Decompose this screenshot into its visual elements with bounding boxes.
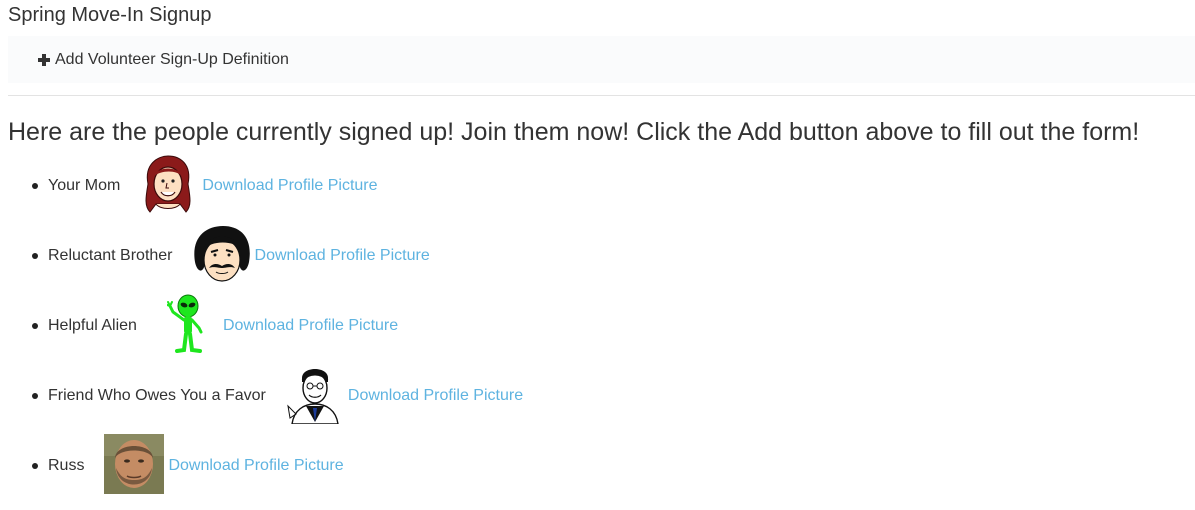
mustached-man-avatar-icon	[191, 224, 253, 289]
download-profile-picture-link[interactable]: Download Profile Picture	[202, 177, 377, 195]
add-signup-definition-button[interactable]: Add Volunteer Sign-Up Definition	[38, 51, 289, 69]
download-profile-picture-link[interactable]: Download Profile Picture	[223, 317, 398, 335]
page-title: Spring Move-In Signup	[8, 4, 212, 26]
person-name: Reluctant Brother	[48, 247, 173, 264]
bullet	[32, 463, 38, 469]
person-name: Helpful Alien	[48, 317, 137, 334]
divider	[8, 95, 1195, 96]
download-profile-picture-link[interactable]: Download Profile Picture	[168, 457, 343, 475]
bullet	[32, 183, 38, 189]
download-profile-picture-link[interactable]: Download Profile Picture	[255, 247, 430, 265]
toolbar: Add Volunteer Sign-Up Definition	[8, 36, 1195, 83]
person-name: Russ	[48, 457, 85, 474]
download-profile-picture-link[interactable]: Download Profile Picture	[348, 387, 523, 405]
long-haired-woman-avatar-icon	[140, 154, 196, 219]
bullet	[32, 323, 38, 329]
add-signup-definition-label: Add Volunteer Sign-Up Definition	[55, 51, 289, 68]
plus-icon	[38, 54, 50, 66]
bullet	[32, 253, 38, 259]
man-in-suit-avatar-icon	[284, 364, 346, 429]
list-item: Russ Download Profile Picture	[32, 433, 344, 499]
intro-heading: Here are the people currently signed up!…	[8, 118, 1140, 146]
bearded-man-photo-icon	[104, 433, 165, 499]
person-name: Friend Who Owes You a Favor	[48, 387, 266, 404]
list-item: Friend Who Owes You a Favor Download Pro…	[32, 366, 523, 426]
list-item: Your Mom Download Profile Picture	[32, 154, 378, 219]
list-item: Reluctant Brother Download Profile Pictu…	[32, 224, 430, 289]
person-name: Your Mom	[48, 177, 121, 194]
bullet	[32, 393, 38, 399]
green-alien-avatar-icon	[165, 294, 209, 359]
list-item: Helpful Alien Download Profile Picture	[32, 294, 398, 359]
